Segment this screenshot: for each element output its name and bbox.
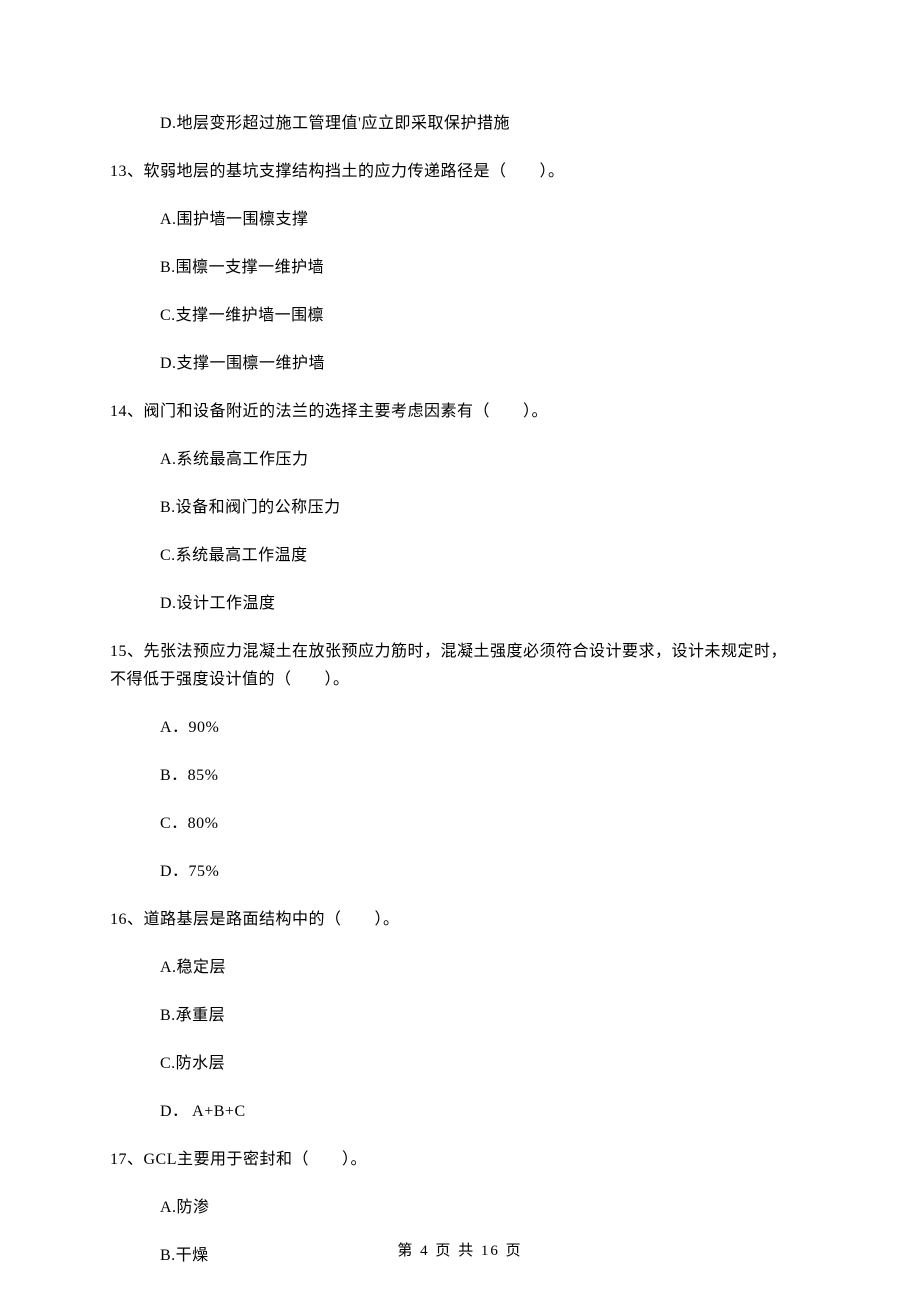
question-13-option-b: B.围檩一支撑一维护墙 [160, 256, 810, 280]
question-15-option-b: B．85% [160, 764, 810, 788]
question-17-option-a: A.防渗 [160, 1196, 810, 1220]
question-13-option-d: D.支撑一围檩一维护墙 [160, 352, 810, 376]
question-15-stem-line1: 15、先张法预应力混凝土在放张预应力筋时，混凝土强度必须符合设计要求，设计未规定… [110, 640, 810, 664]
page-content: D.地层变形超过施工管理值'应立即采取保护措施 13、软弱地层的基坑支撑结构挡土… [0, 0, 920, 1268]
question-16-option-a: A.稳定层 [160, 956, 810, 980]
question-16-stem: 16、道路基层是路面结构中的（ ）。 [110, 908, 810, 932]
option-d-orphan: D.地层变形超过施工管理值'应立即采取保护措施 [160, 112, 810, 136]
question-17-stem: 17、GCL主要用于密封和（ ）。 [110, 1148, 810, 1172]
page-footer: 第 4 页 共 16 页 [0, 1240, 920, 1263]
question-15-option-a: A．90% [160, 716, 810, 740]
question-14-option-d: D.设计工作温度 [160, 592, 810, 616]
question-14-stem: 14、阀门和设备附近的法兰的选择主要考虑因素有（ ）。 [110, 400, 810, 424]
question-14-option-a: A.系统最高工作压力 [160, 448, 810, 472]
question-14-option-b: B.设备和阀门的公称压力 [160, 496, 810, 520]
question-13-stem: 13、软弱地层的基坑支撑结构挡土的应力传递路径是（ ）。 [110, 160, 810, 184]
question-13-option-c: C.支撑一维护墙一围檩 [160, 304, 810, 328]
question-15-stem-line2: 不得低于强度设计值的（ ）。 [110, 668, 810, 692]
question-16-option-d: D． A+B+C [160, 1100, 810, 1124]
question-16-option-b: B.承重层 [160, 1004, 810, 1028]
question-16-option-c: C.防水层 [160, 1052, 810, 1076]
question-14-option-c: C.系统最高工作温度 [160, 544, 810, 568]
question-13-option-a: A.围护墙一围檩支撑 [160, 208, 810, 232]
question-15-option-c: C．80% [160, 812, 810, 836]
question-15-option-d: D．75% [160, 860, 810, 884]
